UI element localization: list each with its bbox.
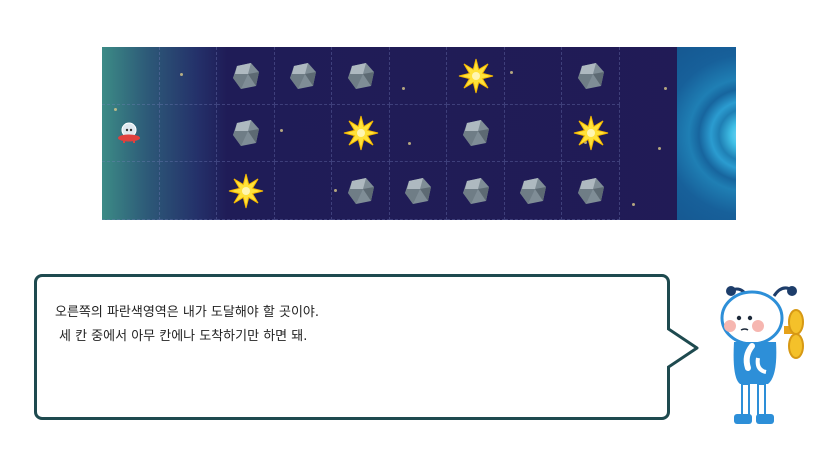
- star-burst-icon: [343, 116, 378, 151]
- grid-cell: [504, 47, 562, 105]
- sparkle: [664, 87, 667, 90]
- star-burst-icon: [573, 116, 608, 151]
- asteroid-rock-icon: [462, 178, 489, 204]
- grid-cell: [504, 104, 562, 163]
- sparkle: [632, 203, 635, 206]
- asteroid-rock-icon: [577, 178, 604, 204]
- grid-cell: [102, 47, 160, 105]
- star-burst-icon: [228, 173, 263, 209]
- game-board: [102, 47, 736, 220]
- grid-cell: [102, 162, 160, 220]
- goal-zone-blue-planet: [677, 47, 736, 220]
- grid-cell: [389, 47, 447, 105]
- asteroid-rock-icon: [232, 120, 259, 147]
- dialog-tail: [667, 326, 699, 370]
- sparkle: [510, 71, 513, 74]
- robot-mascot-icon: [720, 286, 804, 424]
- dialog-line-1: 오른쪽의 파란색영역은 내가 도달해야 할 곳이야.: [55, 305, 319, 320]
- asteroid-rock-icon: [577, 62, 604, 89]
- asteroid-rock-icon: [462, 120, 489, 147]
- dialog-box: 오른쪽의 파란색영역은 내가 도달해야 할 곳이야. 세 칸 중에서 아무 칸에…: [34, 274, 670, 420]
- sparkle: [114, 108, 117, 111]
- grid-cell: [159, 47, 217, 105]
- ufo-icon: [117, 122, 140, 144]
- grid-cell: [274, 104, 332, 163]
- sparkle: [658, 147, 661, 150]
- asteroid-rock-icon: [347, 62, 374, 89]
- grid-cell: [159, 104, 217, 163]
- sparkle: [280, 129, 283, 132]
- dialog-line-2: 세 칸 중에서 아무 칸에나 도착하기만 하면 돼.: [59, 329, 308, 344]
- asteroid-rock-icon: [405, 178, 432, 204]
- asteroid-rock-icon: [290, 62, 317, 89]
- asteroid-rock-icon: [520, 178, 547, 204]
- sparkle: [334, 189, 337, 192]
- sparkle: [402, 87, 405, 90]
- grid-cell: [274, 162, 332, 220]
- star-burst-icon: [458, 58, 493, 93]
- sparkle: [180, 73, 183, 76]
- asteroid-rock-icon: [232, 62, 259, 89]
- sparkle: [408, 142, 411, 145]
- grid-cell: [159, 162, 217, 220]
- grid-cell: [389, 104, 447, 163]
- asteroid-rock-icon: [347, 178, 374, 204]
